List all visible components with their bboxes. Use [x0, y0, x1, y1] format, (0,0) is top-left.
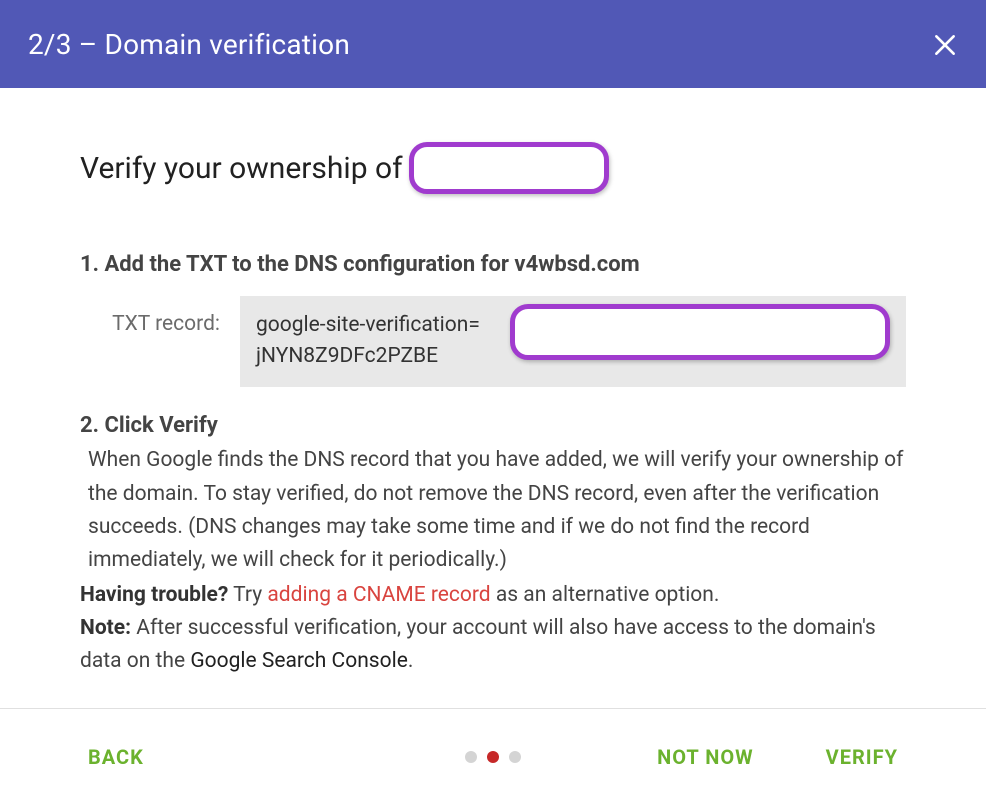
step-dot-2 — [487, 751, 499, 763]
txt-value-line2: jNYN8Z9DFc2PZBE — [256, 341, 480, 373]
dialog-header: 2/3 – Domain verification — [0, 0, 986, 88]
dialog-footer: BACK NOT NOW VERIFY — [0, 708, 986, 804]
step-2-title: 2. Click Verify — [80, 411, 906, 441]
step-1: 1. Add the TXT to the DNS configuration … — [80, 250, 906, 387]
trouble-post: as an alternative option. — [491, 583, 720, 607]
page-heading: Verify your ownership of — [80, 142, 906, 194]
stepper — [465, 751, 521, 763]
txt-record-row: TXT record: google-site-verification= jN… — [80, 296, 906, 387]
txt-record-label: TXT record: — [80, 296, 240, 336]
search-console-link[interactable]: Google Search Console — [190, 649, 408, 673]
step-dot-1 — [465, 751, 477, 763]
trouble-line: Having trouble? Try adding a CNAME recor… — [80, 579, 906, 612]
txt-record-value-box: google-site-verification= jNYN8Z9DFc2PZB… — [240, 296, 906, 387]
note-post: . — [408, 649, 414, 673]
dialog-content: Verify your ownership of 1. Add the TXT … — [0, 88, 986, 679]
step-dot-3 — [509, 751, 521, 763]
dialog-title: 2/3 – Domain verification — [28, 28, 350, 61]
close-icon[interactable] — [932, 32, 958, 58]
trouble-label: Having trouble? — [80, 583, 228, 607]
step-1-title: 1. Add the TXT to the DNS configuration … — [80, 250, 906, 280]
note-label: Note: — [80, 616, 131, 640]
verify-button[interactable]: VERIFY — [826, 745, 898, 769]
redacted-token-pill — [510, 304, 890, 360]
step-2-body: When Google finds the DNS record that yo… — [80, 444, 906, 577]
trouble-pre: Try — [228, 583, 267, 607]
not-now-button[interactable]: NOT NOW — [657, 745, 754, 769]
txt-value-line1: google-site-verification= — [256, 310, 480, 342]
redacted-domain-pill — [409, 142, 609, 194]
back-button[interactable]: BACK — [88, 745, 144, 769]
cname-link[interactable]: adding a CNAME record — [267, 583, 490, 607]
heading-prefix: Verify your ownership of — [80, 151, 403, 186]
step-2: 2. Click Verify When Google finds the DN… — [80, 411, 906, 679]
note-line: Note: After successful verification, you… — [80, 612, 906, 678]
